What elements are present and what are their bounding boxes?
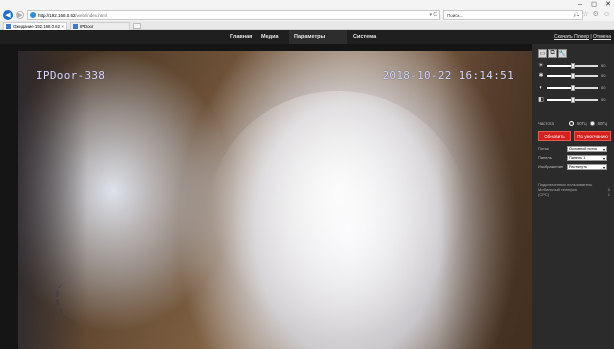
slider-value: 50 [601,85,606,90]
slider-track[interactable] [547,62,598,69]
info-row-cpc: (CPC) 1 [538,192,610,197]
radio-50hz[interactable] [569,121,574,126]
saturation-icon: ◐ [539,84,543,91]
slider-fill [547,74,573,77]
tab-label: Ожидание 192.168.0.62 [13,24,60,29]
slider-track[interactable] [547,96,598,103]
download-player-link[interactable]: Скачать Плеер [554,34,589,40]
minimize-icon[interactable]: – [576,0,584,9]
connection-info: Подключенных пользователь Мобильный теле… [538,182,610,197]
search-placeholder: Поиск... [447,12,464,18]
slider-knob[interactable] [570,72,575,79]
wrench-icon[interactable]: 🔧 [558,49,567,58]
control-panel: ▭ ⧉ 🔧 ☀ 50 ✱ 50 ◐ 50 ◧ 50 Частота 50Гц 6… [532,44,614,349]
window-controls: – ◻ ✕ [576,0,612,9]
browser-nav-row: ◀ ▶ http://192.168.0.62/web/index.html ▾… [0,9,614,21]
stream-label: Поток [538,146,549,151]
refresh-button[interactable]: Обновить [538,131,571,141]
brightness-icon: ☀ [538,63,544,69]
slider-knob[interactable] [570,62,575,69]
tab-active[interactable]: Ожидание 192.168.0.62 × [3,22,67,30]
frequency-label: Частота [538,121,554,126]
snapshot-icon[interactable]: ⧉ [548,49,557,58]
stream-select[interactable]: Основной поток [567,145,607,152]
search-input[interactable]: Поиск... ⌕ ▾ [443,10,583,20]
video-shading [438,51,532,349]
tab-label: IPDoor [80,24,94,29]
slider-fill [547,64,573,67]
browser-toolbar-icons[interactable]: ⌂ ☆ ⚙ ☺ [574,10,611,18]
close-icon[interactable]: ✕ [604,0,612,9]
slider-knob[interactable] [570,84,575,91]
panel-label: Панель [538,155,552,160]
top-links: Скачать Плеер | Отмена [554,30,611,44]
app-top-bar: Главная Медиа Параметры Система Скачать … [0,30,614,44]
info-cpc-label: (CPC) [538,192,550,197]
osd-camera-name: IPDoor-338 [36,69,106,82]
slider-value: 50 [601,63,606,68]
new-tab-button[interactable] [133,23,141,29]
contrast-slider[interactable]: ✱ 50 [538,72,610,79]
radio-50hz-label: 50Гц [577,121,587,126]
nav-item-media[interactable]: Медиа [261,30,279,44]
video-container: IPDoor-338 2018-10-22 16:14:51 [0,44,532,349]
tab-strip: Ожидание 192.168.0.62 × IPDoor [0,21,614,30]
slider-fill [547,86,573,89]
nav-item-main[interactable]: Главная [230,30,252,44]
maximize-icon[interactable]: ◻ [590,0,598,9]
nav-item-system[interactable]: Система [353,30,376,44]
image-label: Изображение [538,164,564,169]
refresh-icon[interactable]: ▾ C [429,11,437,20]
slider-value: 50 [601,73,606,78]
tab-favicon-icon [6,24,11,29]
nav-item-parameters[interactable]: Параметры [294,30,325,44]
brightness-slider[interactable]: ☀ 50 [538,62,610,69]
default-button[interactable]: По умолчанию [574,131,611,141]
frequency-row: Частота 50Гц 60Гц [538,121,614,126]
sharpness-icon: ◧ [538,97,544,103]
image-select[interactable]: Растянуть [567,163,607,170]
saturation-slider[interactable]: ◐ 50 [538,84,610,91]
slider-knob[interactable] [570,96,575,103]
tab-inactive[interactable]: IPDoor [70,22,130,30]
radio-60hz-label: 60Гц [597,121,608,126]
ptz-toolbar: ▭ ⧉ 🔧 [538,49,567,58]
zoom-icon[interactable]: ▭ [538,49,547,58]
panel-select[interactable]: Панель 1 [567,154,607,161]
slider-track[interactable] [547,84,598,91]
address-url: http://192.168.0.62/web/index.html [38,12,107,18]
slider-fill [547,98,573,101]
stream-row: Поток Основной поток [538,145,614,152]
slider-track[interactable] [547,72,598,79]
video-highlight [208,91,468,341]
info-cpc-value: 1 [607,192,610,197]
panel-row: Панель Панель 1 [538,154,614,161]
back-arrow-icon[interactable]: ◀ [3,10,13,20]
address-bar[interactable]: http://192.168.0.62/web/index.html ▾ C [27,10,440,20]
tab-close-icon[interactable]: × [61,24,64,29]
osd-timestamp: 2018-10-22 16:14:51 [382,69,514,82]
image-row: Изображение Растянуть [538,163,614,170]
cancel-link[interactable]: Отмена [593,34,611,40]
slider-value: 50 [601,97,606,102]
contrast-icon: ✱ [538,73,544,79]
radio-60hz[interactable] [589,121,595,126]
sharpness-slider[interactable]: ◧ 50 [538,96,610,103]
forward-arrow-icon[interactable]: ▶ [16,11,24,19]
tab-favicon-icon [73,24,78,29]
live-video-feed[interactable]: IPDoor-338 2018-10-22 16:14:51 [18,51,532,349]
browser-chrome: – ◻ ✕ ◀ ▶ http://192.168.0.62/web/index.… [0,0,614,30]
browser-logo-icon [30,12,36,18]
